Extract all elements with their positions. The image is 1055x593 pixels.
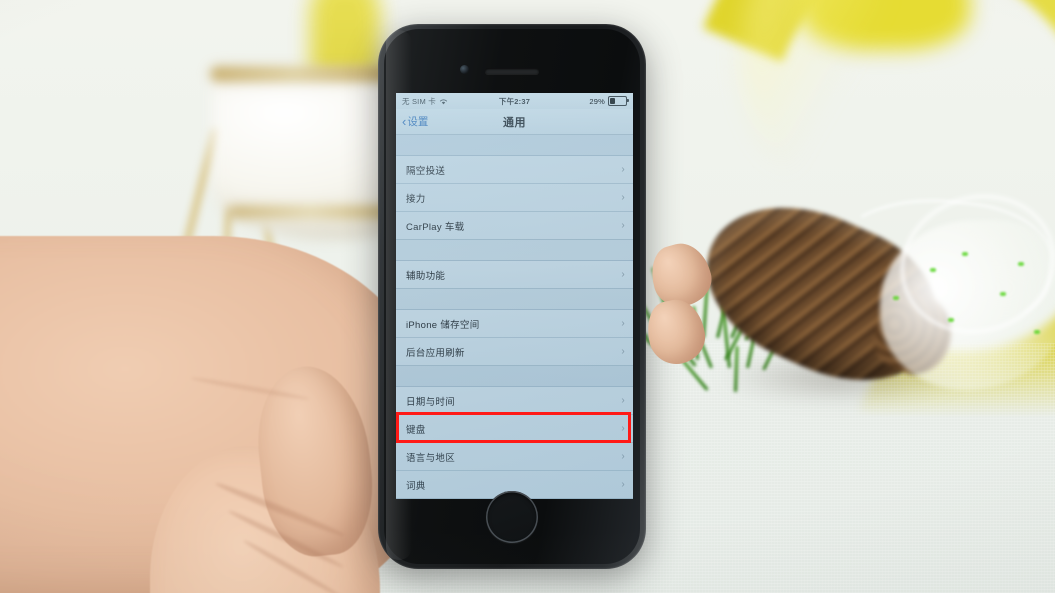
green-sparkle bbox=[962, 252, 968, 256]
list-item-label: 隔空投送 bbox=[406, 165, 446, 177]
green-sparkle bbox=[930, 268, 936, 272]
list-group-spacer bbox=[396, 240, 633, 260]
list-item[interactable]: iPhone 储存空间 › bbox=[396, 310, 633, 337]
list-item-label: 后台应用刷新 bbox=[406, 347, 465, 359]
phone-screen: 无 SIM 卡 下午2:37 29% ‹ 设置 通用 隔空投送 › 接力 › C… bbox=[396, 93, 633, 499]
chevron-right-icon: › bbox=[621, 268, 625, 280]
green-sparkle bbox=[1034, 330, 1040, 334]
list-item[interactable]: 语言与地区 › bbox=[396, 442, 633, 470]
battery-percent-label: 29% bbox=[589, 96, 605, 106]
list-item-label: 接力 bbox=[406, 193, 426, 205]
list-item-label: 语言与地区 bbox=[406, 452, 456, 464]
status-bar: 无 SIM 卡 下午2:37 29% bbox=[396, 93, 633, 109]
list-item[interactable]: 隔空投送 › bbox=[396, 156, 633, 183]
green-sparkle bbox=[1000, 292, 1006, 296]
chevron-right-icon: › bbox=[621, 345, 625, 357]
battery-icon bbox=[608, 96, 629, 106]
list-item[interactable]: 日期与时间 › bbox=[396, 387, 633, 414]
chevron-right-icon: › bbox=[621, 219, 625, 231]
hand-forearm bbox=[0, 236, 430, 593]
screenshot-scene: 无 SIM 卡 下午2:37 29% ‹ 设置 通用 隔空投送 › 接力 › C… bbox=[0, 0, 1055, 593]
chevron-right-icon: › bbox=[621, 191, 625, 203]
list-group: iPhone 储存空间 › 后台应用刷新 › bbox=[396, 309, 633, 366]
chevron-right-icon: › bbox=[621, 450, 625, 462]
list-item[interactable]: CarPlay 车载 › bbox=[396, 211, 633, 239]
green-sparkle bbox=[1018, 262, 1024, 266]
iphone-device: 无 SIM 卡 下午2:37 29% ‹ 设置 通用 隔空投送 › 接力 › C… bbox=[378, 24, 646, 569]
list-group: 辅助功能 › bbox=[396, 260, 633, 289]
list-item-label: CarPlay 车载 bbox=[406, 221, 465, 233]
navigation-bar: ‹ 设置 通用 bbox=[396, 109, 633, 135]
list-item-label: 词典 bbox=[406, 480, 426, 492]
list-group-spacer bbox=[396, 366, 633, 386]
home-button[interactable] bbox=[486, 491, 538, 543]
chevron-right-icon: › bbox=[621, 422, 625, 434]
list-item-label: 日期与时间 bbox=[406, 396, 456, 408]
settings-list[interactable]: 隔空投送 › 接力 › CarPlay 车载 › 辅助功能 › iPhone 储… bbox=[396, 135, 633, 499]
green-sparkle bbox=[893, 296, 899, 300]
list-item-label: 键盘 bbox=[406, 424, 426, 436]
earpiece-speaker bbox=[485, 68, 539, 74]
chevron-right-icon: › bbox=[621, 394, 625, 406]
list-group-spacer bbox=[396, 289, 633, 309]
green-sparkle bbox=[948, 318, 954, 322]
list-item-keyboard[interactable]: 键盘 › bbox=[396, 414, 633, 442]
list-item[interactable]: 辅助功能 › bbox=[396, 261, 633, 288]
list-group-spacer bbox=[396, 135, 633, 155]
list-item-label: 辅助功能 bbox=[406, 270, 446, 282]
list-item[interactable]: 后台应用刷新 › bbox=[396, 337, 633, 365]
status-bar-right: 29% bbox=[589, 96, 629, 106]
chevron-right-icon: › bbox=[621, 317, 625, 329]
chevron-right-icon: › bbox=[621, 163, 625, 175]
front-camera bbox=[460, 65, 469, 74]
list-group: 日期与时间 › 键盘 › 语言与地区 › 词典 › bbox=[396, 386, 633, 499]
chevron-right-icon: › bbox=[621, 478, 625, 490]
list-group: 隔空投送 › 接力 › CarPlay 车载 › bbox=[396, 155, 633, 240]
list-item-label: iPhone 储存空间 bbox=[406, 319, 480, 331]
page-title: 通用 bbox=[503, 116, 526, 129]
battery-fill bbox=[610, 98, 615, 104]
list-item[interactable]: 接力 › bbox=[396, 183, 633, 211]
